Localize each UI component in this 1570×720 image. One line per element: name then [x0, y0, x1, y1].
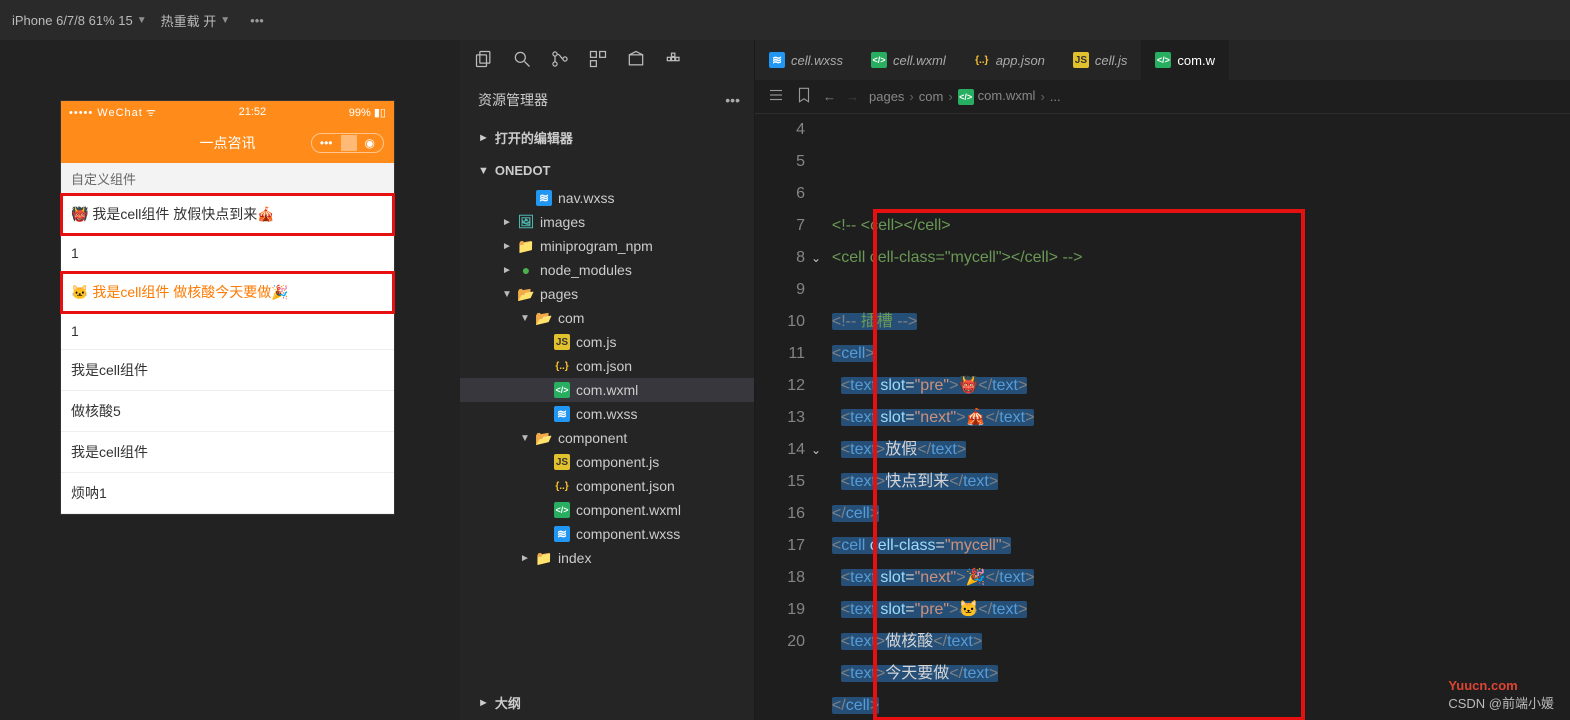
js-icon: [1073, 52, 1089, 68]
open-editors-section[interactable]: ►打开的编辑器: [460, 120, 754, 155]
bookmark-icon[interactable]: [795, 86, 813, 107]
wxss-icon: [554, 406, 570, 422]
files-icon[interactable]: [474, 49, 494, 72]
folder-icon: [518, 238, 534, 254]
folder-open-icon: [518, 286, 534, 302]
more-icon[interactable]: •••: [250, 13, 264, 28]
status-time: 21:52: [239, 106, 267, 118]
wxml-icon: [871, 52, 887, 68]
forward-icon[interactable]: →: [846, 89, 859, 104]
json-icon: [974, 52, 990, 68]
folder-icon: [536, 550, 552, 566]
js-icon: [554, 454, 570, 470]
preview-cell[interactable]: 烦呐1: [61, 473, 394, 514]
tree-item[interactable]: ►node_modules: [460, 258, 754, 282]
editor-tab[interactable]: cell.js: [1059, 40, 1142, 80]
nav-bar: 一点咨讯 •••◉: [61, 123, 394, 163]
preview-cell[interactable]: 1: [61, 235, 394, 272]
preview-cell[interactable]: 做核酸5: [61, 391, 394, 432]
top-toolbar: iPhone 6/7/8 61% 15▼ 热重载 开▼ •••: [0, 0, 1570, 40]
breadcrumb-item[interactable]: com: [919, 89, 944, 104]
back-icon[interactable]: ←: [823, 89, 836, 104]
editor-tab[interactable]: app.json: [960, 40, 1059, 80]
fold-icon[interactable]: ⌄: [809, 434, 821, 466]
project-section[interactable]: ▼ONEDOT: [460, 155, 754, 186]
tree-item[interactable]: component.js: [460, 450, 754, 474]
wxml-icon: [554, 502, 570, 518]
explorer-header: 资源管理器 •••: [460, 80, 754, 120]
wxss-icon: [769, 52, 785, 68]
green-icon: [518, 262, 534, 278]
editor-area: cell.wxsscell.wxmlapp.jsoncell.jscom.w ←…: [755, 40, 1570, 720]
wxss-icon: [536, 190, 552, 206]
tree-item[interactable]: component.wxss: [460, 522, 754, 546]
watermark: Yuucn.com CSDN @前端小媛: [1448, 678, 1554, 712]
battery-icon: ▮▯: [374, 107, 386, 119]
tree-item[interactable]: ▼pages: [460, 282, 754, 306]
status-bar: ••••• WeChat ᯤ 21:52 99% ▮▯: [61, 101, 394, 123]
preview-cell[interactable]: 我是cell组件: [61, 432, 394, 473]
tree-item[interactable]: component.json: [460, 474, 754, 498]
folder-open-icon: [536, 430, 552, 446]
folder-open-icon: [536, 310, 552, 326]
hot-reload-toggle[interactable]: 热重载 开▼: [161, 11, 231, 30]
breadcrumbs[interactable]: pages com com.wxml...: [869, 88, 1061, 105]
fold-icon[interactable]: ⌄: [809, 242, 821, 274]
json-icon: [554, 358, 570, 374]
simulator-panel: ••••• WeChat ᯤ 21:52 99% ▮▯ 一点咨讯 •••◉ 自定…: [0, 40, 460, 720]
tree-item[interactable]: com.wxml: [460, 378, 754, 402]
tree-item[interactable]: ►index: [460, 546, 754, 570]
preview-cell[interactable]: 1: [61, 313, 394, 350]
editor-tab[interactable]: cell.wxss: [755, 40, 857, 80]
tree-item[interactable]: ▼com: [460, 306, 754, 330]
preview-cell[interactable]: 🐱 我是cell组件 做核酸今天要做🎉: [61, 272, 394, 313]
json-icon: [554, 478, 570, 494]
wxml-icon: [1155, 52, 1171, 68]
tab-bar: cell.wxsscell.wxmlapp.jsoncell.jscom.w: [755, 40, 1570, 80]
more-icon[interactable]: •••: [725, 92, 740, 108]
js-icon: [554, 334, 570, 350]
tree-item[interactable]: ►miniprogram_npm: [460, 234, 754, 258]
breadcrumb-bar: ← → pages com com.wxml...: [755, 80, 1570, 114]
wifi-icon: ᯤ: [146, 107, 156, 119]
extensions-icon[interactable]: [588, 49, 608, 72]
section-title: 自定义组件: [61, 163, 394, 194]
explorer-panel: 资源管理器 ••• ►打开的编辑器 ▼ONEDOT nav.wxss►image…: [460, 40, 755, 720]
wxss-icon: [554, 526, 570, 542]
tree-item[interactable]: ▼component: [460, 426, 754, 450]
preview-cell[interactable]: 👹 我是cell组件 放假快点到来🎪: [61, 194, 394, 235]
editor-tab[interactable]: com.w: [1141, 40, 1229, 80]
code-editor[interactable]: 45678⌄91011121314⌄151617181920 <!-- <cel…: [755, 114, 1570, 720]
outline-section[interactable]: ►大纲: [460, 685, 754, 720]
capsule-button[interactable]: •••◉: [311, 133, 384, 153]
breadcrumb-item[interactable]: ...: [1050, 89, 1061, 104]
docker-icon[interactable]: [664, 49, 684, 72]
nav-title: 一点咨讯: [200, 133, 256, 153]
device-selector[interactable]: iPhone 6/7/8 61% 15▼: [12, 13, 147, 28]
tree-item[interactable]: nav.wxss: [460, 186, 754, 210]
breadcrumb-item[interactable]: com.wxml: [958, 88, 1036, 105]
list-icon[interactable]: [767, 86, 785, 107]
phone-preview: ••••• WeChat ᯤ 21:52 99% ▮▯ 一点咨讯 •••◉ 自定…: [60, 100, 395, 515]
tree-item[interactable]: com.js: [460, 330, 754, 354]
preview-cell[interactable]: 我是cell组件: [61, 350, 394, 391]
tree-item[interactable]: com.json: [460, 354, 754, 378]
tree-item[interactable]: ►images: [460, 210, 754, 234]
tree-item[interactable]: component.wxml: [460, 498, 754, 522]
explorer-toolbar: [460, 40, 754, 80]
tree-item[interactable]: com.wxss: [460, 402, 754, 426]
box-icon[interactable]: [626, 49, 646, 72]
img-icon: [518, 214, 534, 230]
wxml-icon: [554, 382, 570, 398]
search-icon[interactable]: [512, 49, 532, 72]
git-icon[interactable]: [550, 49, 570, 72]
breadcrumb-item[interactable]: pages: [869, 89, 904, 104]
editor-tab[interactable]: cell.wxml: [857, 40, 960, 80]
